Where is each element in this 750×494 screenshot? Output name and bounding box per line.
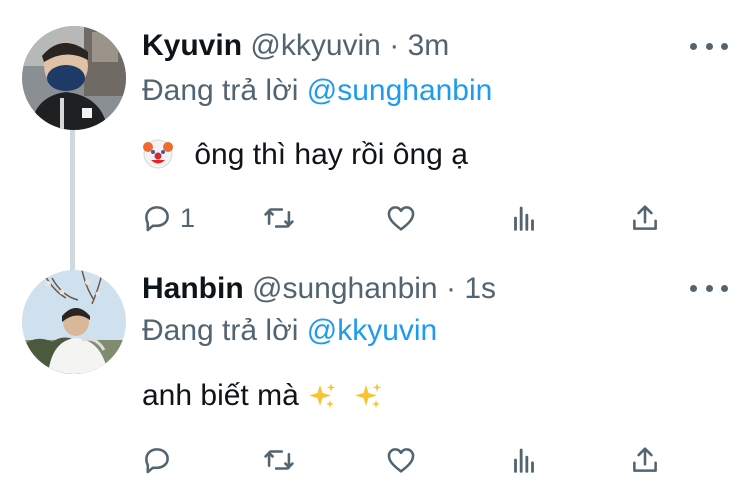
reply-icon (145, 448, 169, 474)
reply-count: 1 (180, 202, 196, 233)
stats-icon (514, 206, 534, 231)
stats-icon (514, 448, 534, 473)
replying-to: Đang trả lời @sunghanbin (142, 73, 492, 109)
timestamp[interactable]: 3m (408, 29, 450, 62)
share-button[interactable] (628, 198, 662, 238)
tweet-header: Kyuvin @kkyuvin · 3m (142, 28, 449, 64)
separator-dot: · (445, 272, 456, 305)
retweet-icon (264, 208, 294, 228)
tweet-text: ông thì hay rồi ông ạ (142, 136, 468, 174)
share-icon (633, 205, 657, 230)
stats-button[interactable] (507, 198, 541, 238)
tweet-kyuvin[interactable]: Kyuvin @kkyuvin · 3m Đang trả lời @sungh… (0, 0, 750, 272)
display-name[interactable]: Kyuvin (142, 29, 242, 62)
tweet-text-content: ông thì hay rồi ông ạ (194, 138, 468, 171)
share-button[interactable] (628, 440, 662, 480)
replying-to-label: Đang trả lời (142, 314, 299, 347)
action-bar: 1 (0, 198, 750, 238)
avatar[interactable] (22, 270, 126, 374)
display-name[interactable]: Hanbin (142, 272, 244, 305)
user-handle[interactable]: @sunghanbin (252, 272, 438, 305)
avatar-image (22, 26, 126, 130)
sparkles-icon (309, 383, 336, 408)
tweet-header: Hanbin @sunghanbin · 1s (142, 271, 496, 307)
tweet-text-content: anh biết mà (142, 379, 299, 412)
share-icon (633, 447, 657, 472)
avatar-image (22, 270, 126, 374)
replying-to-label: Đang trả lời (142, 74, 299, 107)
user-handle[interactable]: @kkyuvin (250, 29, 381, 62)
reply-icon (145, 206, 169, 232)
separator-dot: · (389, 29, 400, 62)
avatar[interactable] (22, 26, 126, 130)
more-icon[interactable] (690, 280, 728, 296)
like-button[interactable] (384, 198, 418, 238)
replying-to: Đang trả lời @kkyuvin (142, 313, 437, 349)
retweet-button[interactable] (262, 440, 296, 480)
sparkles-icon (355, 383, 382, 408)
like-button[interactable] (384, 440, 418, 480)
timestamp[interactable]: 1s (464, 272, 496, 305)
reply-button[interactable] (140, 440, 180, 480)
tweet-text: anh biết mà (142, 377, 383, 415)
mention-link[interactable]: @sunghanbin (307, 74, 493, 107)
retweet-button[interactable] (262, 198, 296, 238)
action-bar (0, 440, 750, 480)
mention-link[interactable]: @kkyuvin (307, 314, 438, 347)
more-icon[interactable] (690, 38, 728, 54)
reply-button[interactable]: 1 (140, 198, 195, 238)
tweet-hanbin[interactable]: Hanbin @sunghanbin · 1s Đang trả lời @kk… (0, 250, 750, 494)
stats-button[interactable] (507, 440, 541, 480)
like-icon (387, 206, 415, 231)
like-icon (387, 448, 415, 473)
clown-emoji-icon (143, 139, 173, 169)
retweet-icon (264, 450, 294, 470)
